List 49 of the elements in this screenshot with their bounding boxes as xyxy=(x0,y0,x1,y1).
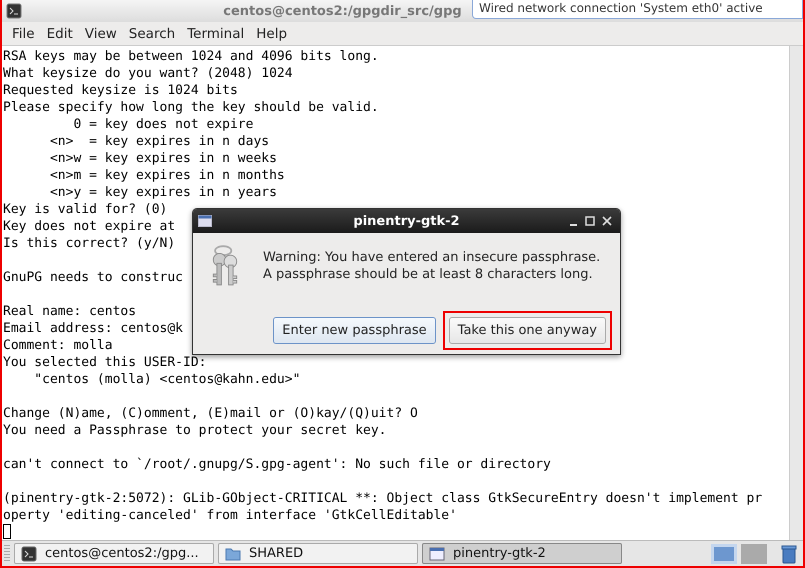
terminal-line: Please specify how long the key should be valid. xyxy=(3,99,379,116)
terminal-line: <n>m = key expires in n months xyxy=(48,167,285,184)
terminal-line: Real name: centos xyxy=(3,303,136,320)
menu-item[interactable]: View xyxy=(78,26,123,42)
dialog-button[interactable]: Take this one anyway xyxy=(448,317,606,344)
terminal-line: You selected this USER-ID: xyxy=(3,354,206,371)
dialog-title: pinentry-gtk-2 xyxy=(353,214,460,228)
taskbar-item[interactable]: SHARED xyxy=(218,543,418,564)
menu-item[interactable]: Terminal xyxy=(181,26,250,42)
window-icon xyxy=(429,546,445,562)
taskbar-item[interactable]: pinentry-gtk-2 xyxy=(422,543,622,564)
terminal-line: 0 = key does not expire xyxy=(72,116,254,133)
terminal-line: <n>w = key expires in n weeks xyxy=(48,150,277,167)
menu-item[interactable]: Help xyxy=(250,26,294,42)
taskbar-item[interactable]: centos@centos2:/gpg... xyxy=(14,543,214,564)
workspace-switcher[interactable] xyxy=(711,544,737,564)
terminal-line: <n>y = key expires in n years xyxy=(48,184,277,201)
warning-text: A passphrase should be at least 8 characters long. xyxy=(263,266,594,283)
terminal-line: "centos (molla) <centos@kahn.edu>" xyxy=(33,371,300,388)
terminal-line: RSA keys may be between 1024 and 4096 bits long. xyxy=(3,48,379,65)
workspace-switcher[interactable] xyxy=(741,544,767,564)
terminal-line: operty 'editing-canceled' from interface 'GtkCellEditable' xyxy=(3,507,457,524)
terminal-line: Comment: molla xyxy=(3,337,113,354)
menu-item[interactable]: Edit xyxy=(40,26,79,42)
terminal-line: (pinentry-gtk-2:5072): GLib-GObject-CRITICAL **: Object class GtkSecureEntry doesn't implement pr xyxy=(3,490,762,507)
terminal-line: Requested keysize is 1024 bits xyxy=(3,82,238,99)
terminal-line: Email address: centos@k xyxy=(3,320,184,337)
terminal-line: You need a Passphrase to protect your secret key. xyxy=(3,422,387,439)
terminal-line: Key is valid for? (0) xyxy=(3,201,168,218)
dialog-button[interactable]: Enter new passphrase xyxy=(273,317,436,344)
terminal-line: What keysize do you want? (2048) 1024 xyxy=(3,65,293,82)
terminal-line: can't connect to `/root/.gnupg/S.gpg-agent': No such file or directory xyxy=(3,456,551,473)
terminal-line: Change (N)ame, (C)omment, (E)mail or (O)kay/(Q)uit? O xyxy=(3,405,418,422)
scrollbar[interactable] xyxy=(789,46,803,540)
terminal-line: Key does not expire at xyxy=(3,218,176,235)
terminal-icon xyxy=(6,3,22,19)
terminal-line: <n> = key expires in n days xyxy=(48,133,270,150)
folder-icon xyxy=(225,546,241,562)
window-controls-icon[interactable] xyxy=(568,215,612,227)
warning-text: Warning: You have entered an insecure passphrase. xyxy=(263,249,600,266)
trash-icon[interactable] xyxy=(781,544,797,564)
notification-tooltip: Wired network connection 'System eth0' active xyxy=(472,0,803,19)
terminal-line: GnuPG needs to construc xyxy=(3,269,184,286)
terminal-line: Is this correct? (y/N) xyxy=(3,235,176,252)
menu-item[interactable]: File xyxy=(6,26,41,42)
menu-item[interactable]: Search xyxy=(122,26,182,42)
window-title: centos@centos2:/gpgdir_src/gpg xyxy=(223,4,462,18)
window-icon xyxy=(198,215,212,227)
terminal-icon xyxy=(21,546,37,562)
